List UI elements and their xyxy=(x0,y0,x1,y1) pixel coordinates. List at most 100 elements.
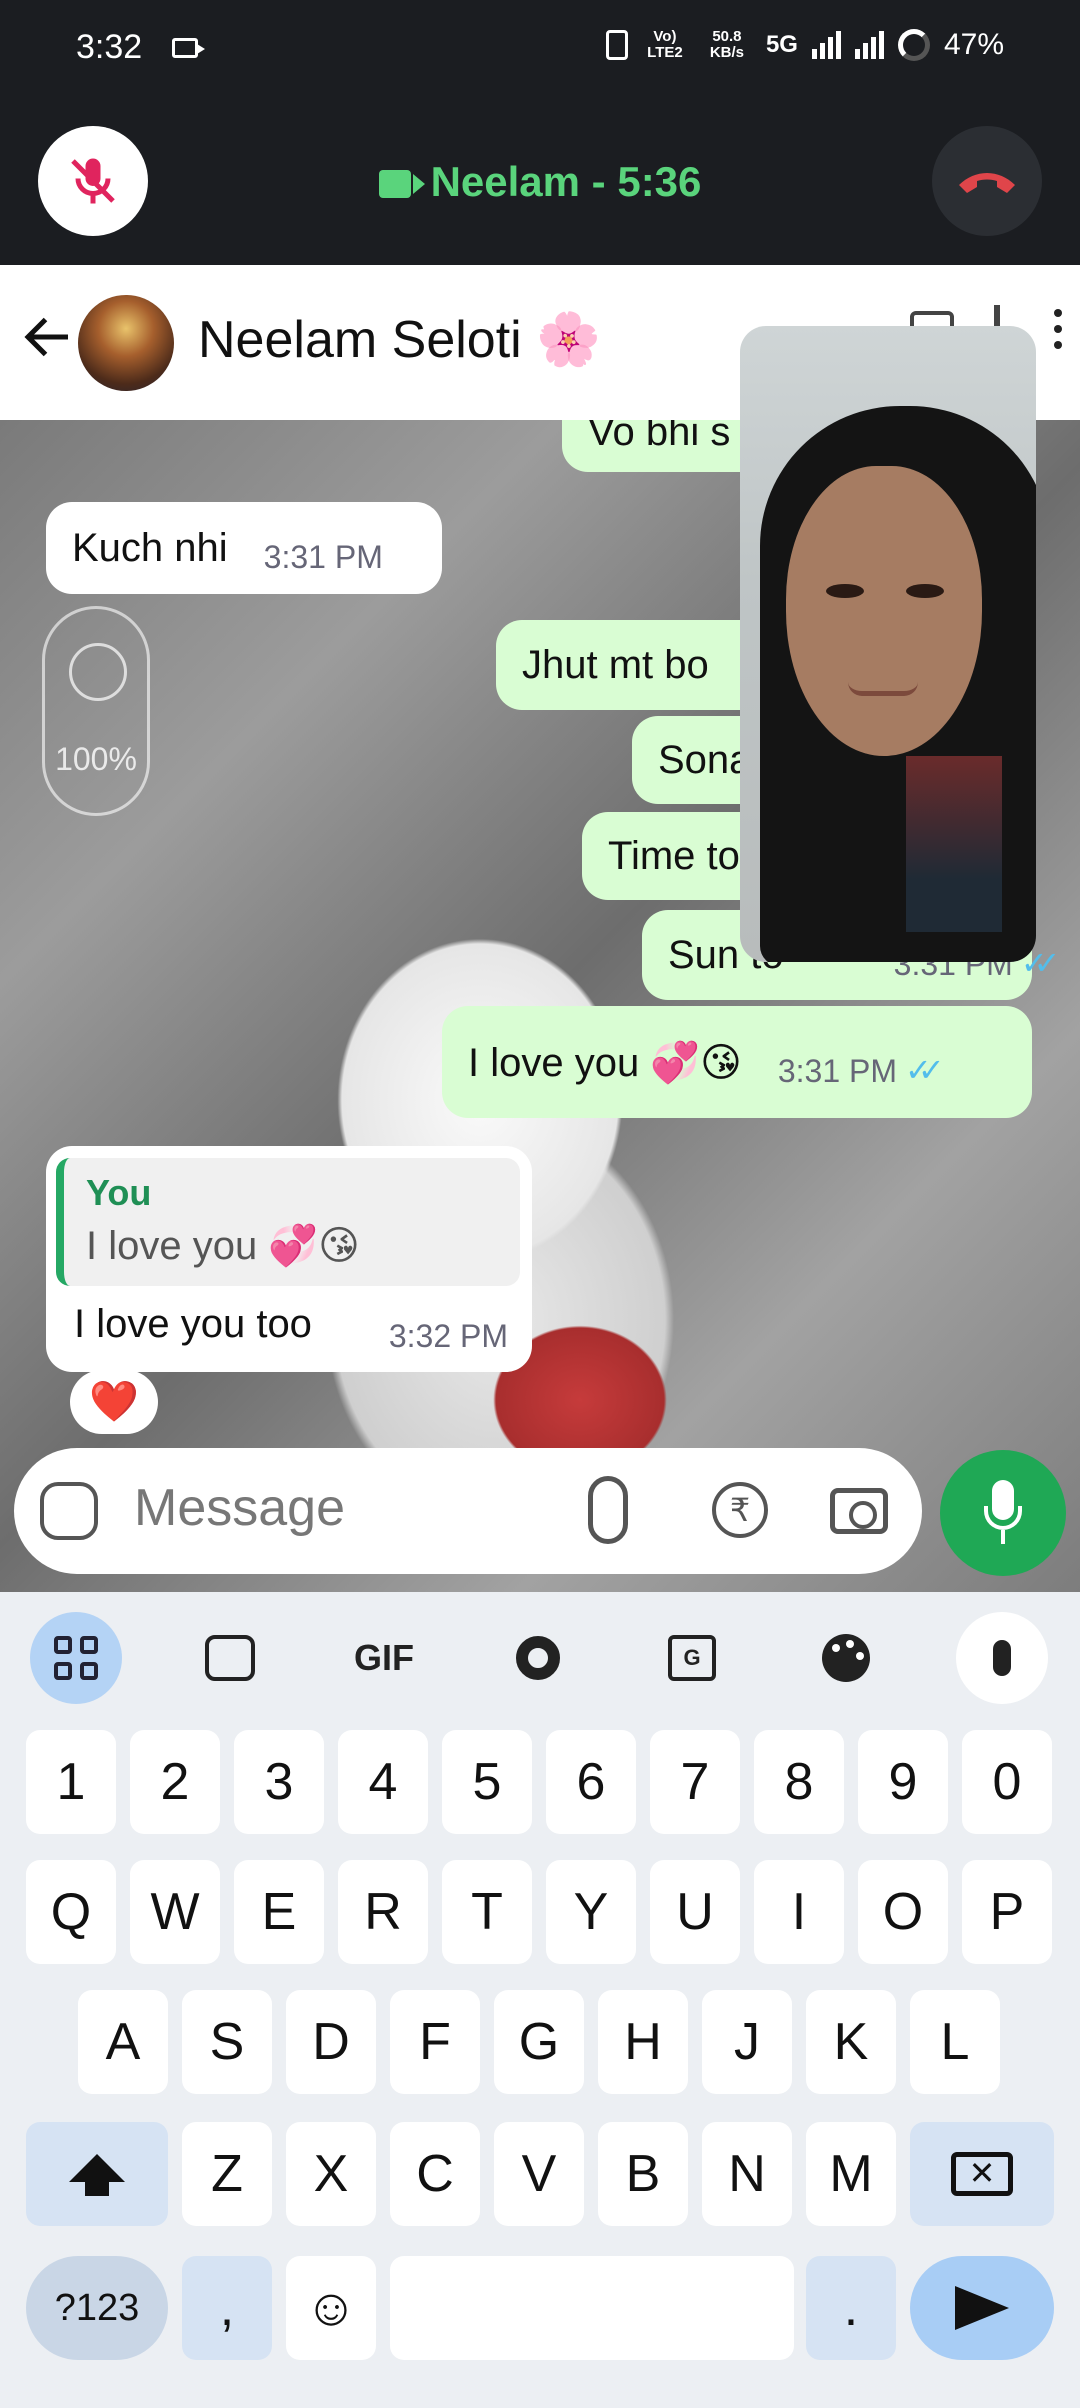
contact-avatar[interactable] xyxy=(78,295,174,391)
message-time: 3:31 PM xyxy=(777,1052,897,1089)
key-x[interactable]: X xyxy=(286,2122,376,2226)
key-a[interactable]: A xyxy=(78,1990,168,2094)
message-text: Vo bhi s xyxy=(588,420,731,454)
backspace-icon: ✕ xyxy=(951,2152,1013,2196)
signal-icon-2 xyxy=(854,31,884,59)
message-bubble[interactable]: Kuch nhi 3:31 PM xyxy=(46,502,442,594)
key-h[interactable]: H xyxy=(598,1990,688,2094)
key-j[interactable]: J xyxy=(702,1990,792,2094)
reply-message-bubble[interactable]: You I love you 💞😘 I love you too 3:32 PM xyxy=(46,1146,532,1372)
key-y[interactable]: Y xyxy=(546,1860,636,1964)
network-speed: 50.8 KB/s xyxy=(709,28,745,61)
key-d[interactable]: D xyxy=(286,1990,376,2094)
key-r[interactable]: R xyxy=(338,1860,428,1964)
end-call-button[interactable] xyxy=(932,126,1042,236)
key-v[interactable]: V xyxy=(494,2122,584,2226)
camera-icon[interactable] xyxy=(830,1488,888,1534)
key-0[interactable]: 0 xyxy=(962,1730,1052,1834)
key-b[interactable]: B xyxy=(598,2122,688,2226)
keyboard: GIF G 1 2 3 4 5 6 7 8 9 0 Q W E R T Y U … xyxy=(0,1592,1080,2408)
key-q[interactable]: Q xyxy=(26,1860,116,1964)
key-7[interactable]: 7 xyxy=(650,1730,740,1834)
heart-reaction[interactable]: ❤️ xyxy=(70,1370,158,1434)
sticker-emoji-icon[interactable] xyxy=(40,1482,98,1540)
message-text: Kuch nhi xyxy=(72,525,228,570)
key-u[interactable]: U xyxy=(650,1860,740,1964)
payment-rupee-icon[interactable]: ₹ xyxy=(712,1482,768,1538)
end-call-icon xyxy=(959,173,1015,193)
beauty-filter-control[interactable]: 100% xyxy=(42,606,150,816)
key-n[interactable]: N xyxy=(702,2122,792,2226)
contact-name[interactable]: Neelam Seloti 🌸 xyxy=(198,309,601,370)
message-bubble[interactable]: I love you 💞😘 3:31 PM ✓✓ xyxy=(442,1006,1032,1118)
key-4[interactable]: 4 xyxy=(338,1730,428,1834)
key-w[interactable]: W xyxy=(130,1860,220,1964)
send-key[interactable] xyxy=(910,2256,1054,2360)
voice-message-button[interactable] xyxy=(940,1450,1066,1576)
key-z[interactable]: Z xyxy=(182,2122,272,2226)
status-time: 3:32 xyxy=(76,28,143,66)
signal-icon xyxy=(811,31,841,59)
comma-key[interactable]: , xyxy=(182,2256,272,2360)
ongoing-call-bar[interactable]: Neelam - 5:36 xyxy=(0,100,1080,265)
message-text: I love you 💞😘 xyxy=(468,1040,742,1085)
gif-button[interactable]: GIF xyxy=(338,1612,430,1704)
key-m[interactable]: M xyxy=(806,2122,896,2226)
sticker-button[interactable] xyxy=(184,1612,276,1704)
message-text: I love you too xyxy=(74,1302,312,1346)
palette-icon xyxy=(822,1634,870,1682)
key-l[interactable]: L xyxy=(910,1990,1000,2094)
settings-button[interactable] xyxy=(492,1612,584,1704)
voice-typing-button[interactable] xyxy=(956,1612,1048,1704)
key-8[interactable]: 8 xyxy=(754,1730,844,1834)
message-time: 3:32 PM xyxy=(388,1318,508,1354)
key-c[interactable]: C xyxy=(390,2122,480,2226)
key-g[interactable]: G xyxy=(494,1990,584,2094)
key-9[interactable]: 9 xyxy=(858,1730,948,1834)
key-s[interactable]: S xyxy=(182,1990,272,2094)
remote-video-eye xyxy=(906,584,944,598)
apps-grid-button[interactable] xyxy=(30,1612,122,1704)
message-time: 3:31 PM xyxy=(263,538,383,575)
quoted-message[interactable]: You I love you 💞😘 xyxy=(56,1158,520,1286)
key-1[interactable]: 1 xyxy=(26,1730,116,1834)
key-2[interactable]: 2 xyxy=(130,1730,220,1834)
space-key[interactable] xyxy=(390,2256,794,2360)
call-title[interactable]: Neelam - 5:36 xyxy=(0,158,1080,206)
key-5[interactable]: 5 xyxy=(442,1730,532,1834)
keyboard-toolbar: GIF G xyxy=(0,1592,1080,1704)
message-placeholder[interactable]: Message xyxy=(134,1478,345,1538)
key-3[interactable]: 3 xyxy=(234,1730,324,1834)
attachment-icon[interactable] xyxy=(588,1476,628,1544)
mic-icon-base xyxy=(984,1506,1022,1530)
theme-button[interactable] xyxy=(800,1612,892,1704)
symbols-key[interactable]: ?123 xyxy=(26,2256,168,2360)
self-video-thumbnail[interactable] xyxy=(906,756,1002,932)
translate-icon: G xyxy=(668,1635,716,1681)
key-k[interactable]: K xyxy=(806,1990,896,2094)
video-recording-icon xyxy=(172,38,205,58)
key-f[interactable]: F xyxy=(390,1990,480,2094)
message-text: Sona xyxy=(658,737,752,782)
translate-button[interactable]: G xyxy=(646,1612,738,1704)
period-key[interactable]: . xyxy=(806,2256,896,2360)
battery-percent: 47% xyxy=(943,28,1004,61)
shift-key[interactable] xyxy=(26,2122,168,2226)
video-call-preview[interactable] xyxy=(740,326,1036,962)
key-i[interactable]: I xyxy=(754,1860,844,1964)
volte-label: Vo) LTE2 xyxy=(647,28,683,61)
key-p[interactable]: P xyxy=(962,1860,1052,1964)
backspace-key[interactable]: ✕ xyxy=(910,2122,1054,2226)
message-input[interactable]: Message ₹ xyxy=(14,1448,922,1574)
key-o[interactable]: O xyxy=(858,1860,948,1964)
vibrate-icon xyxy=(605,30,628,60)
read-receipt-icon: ✓✓ xyxy=(905,1052,944,1088)
key-6[interactable]: 6 xyxy=(546,1730,636,1834)
key-e[interactable]: E xyxy=(234,1860,324,1964)
back-arrow-icon[interactable] xyxy=(18,307,78,367)
emoji-key[interactable]: ☺ xyxy=(286,2256,376,2360)
mic-icon-stem xyxy=(1001,1530,1005,1544)
more-options-icon[interactable] xyxy=(1054,305,1062,349)
key-t[interactable]: T xyxy=(442,1860,532,1964)
quote-author: You xyxy=(86,1172,152,1213)
